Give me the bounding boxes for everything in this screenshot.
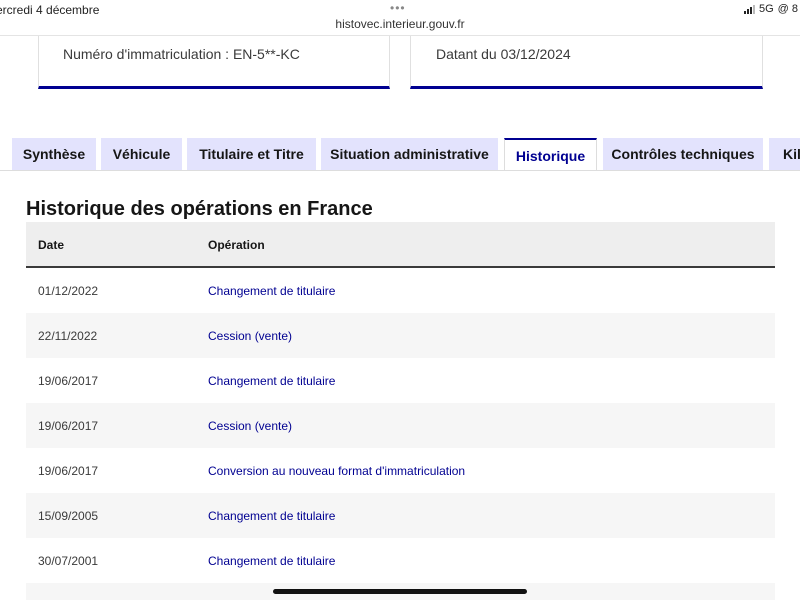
table-header: Date Opération: [26, 222, 775, 268]
row-date: 19/06/2017: [38, 374, 99, 388]
status-bar: ercredi 4 décembre ••• histovec.interieu…: [0, 0, 800, 36]
row-operation: Conversion au nouveau format d'immatricu…: [208, 464, 466, 478]
tab-titulaire-titre[interactable]: Titulaire et Titre: [187, 138, 316, 170]
registration-card: Numéro d'immatriculation : EN-5**-KC: [38, 36, 390, 89]
tab-historique[interactable]: Historique: [504, 138, 597, 171]
tab-synthese[interactable]: Synthèse: [12, 138, 96, 170]
tab-bar: Synthèse Véhicule Titulaire et Titre Sit…: [0, 138, 800, 171]
column-header-date: Date: [38, 238, 65, 252]
row-date: 15/09/2005: [38, 509, 99, 523]
report-date: Datant du 03/12/2024: [436, 46, 571, 62]
registration-number: Numéro d'immatriculation : EN-5**-KC: [63, 46, 300, 62]
status-indicators: 5G @ 8: [743, 3, 798, 15]
table-row: 30/07/2001 Changement de titulaire: [26, 538, 775, 583]
table-row: 15/09/2005 Changement de titulaire: [26, 493, 775, 538]
status-extra: @ 8: [777, 3, 798, 15]
row-date: 19/06/2017: [38, 464, 99, 478]
section-title: Historique des opérations en France: [26, 198, 373, 220]
column-header-operation: Opération: [208, 238, 265, 252]
table-row: 19/06/2017 Changement de titulaire: [26, 358, 775, 403]
signal-icon: [743, 4, 755, 14]
table-row: 19/06/2017 Conversion au nouveau format …: [26, 448, 775, 493]
tab-kilometrage[interactable]: Kilo: [769, 138, 800, 170]
row-operation: Changement de titulaire: [208, 554, 336, 568]
row-operation: Changement de titulaire: [208, 374, 336, 388]
row-date: 19/06/2017: [38, 419, 99, 433]
table-row: 19/06/2017 Cession (vente): [26, 403, 775, 448]
home-indicator[interactable]: [273, 589, 527, 594]
row-operation: Changement de titulaire: [208, 509, 336, 523]
status-date: ercredi 4 décembre: [0, 3, 100, 17]
tab-situation-administrative[interactable]: Situation administrative: [321, 138, 498, 170]
row-date: 22/11/2022: [38, 329, 98, 343]
more-dots-icon[interactable]: •••: [390, 1, 406, 15]
tab-vehicule[interactable]: Véhicule: [101, 138, 182, 170]
row-operation: Cession (vente): [208, 329, 293, 343]
operations-table: Date Opération 01/12/2022 Changement de …: [26, 222, 775, 600]
row-operation: Changement de titulaire: [208, 284, 336, 298]
network-label: 5G: [758, 3, 774, 15]
row-date: 01/12/2022: [38, 284, 99, 298]
row-operation: Cession (vente): [208, 419, 293, 433]
table-row: 22/11/2022 Cession (vente): [26, 313, 775, 358]
date-card: Datant du 03/12/2024: [410, 36, 763, 89]
url-bar[interactable]: histovec.interieur.gouv.fr: [0, 17, 800, 31]
tab-controles-techniques[interactable]: Contrôles techniques: [603, 138, 763, 170]
table-row: 01/12/2022 Changement de titulaire: [26, 268, 775, 313]
row-date: 30/07/2001: [38, 554, 99, 568]
